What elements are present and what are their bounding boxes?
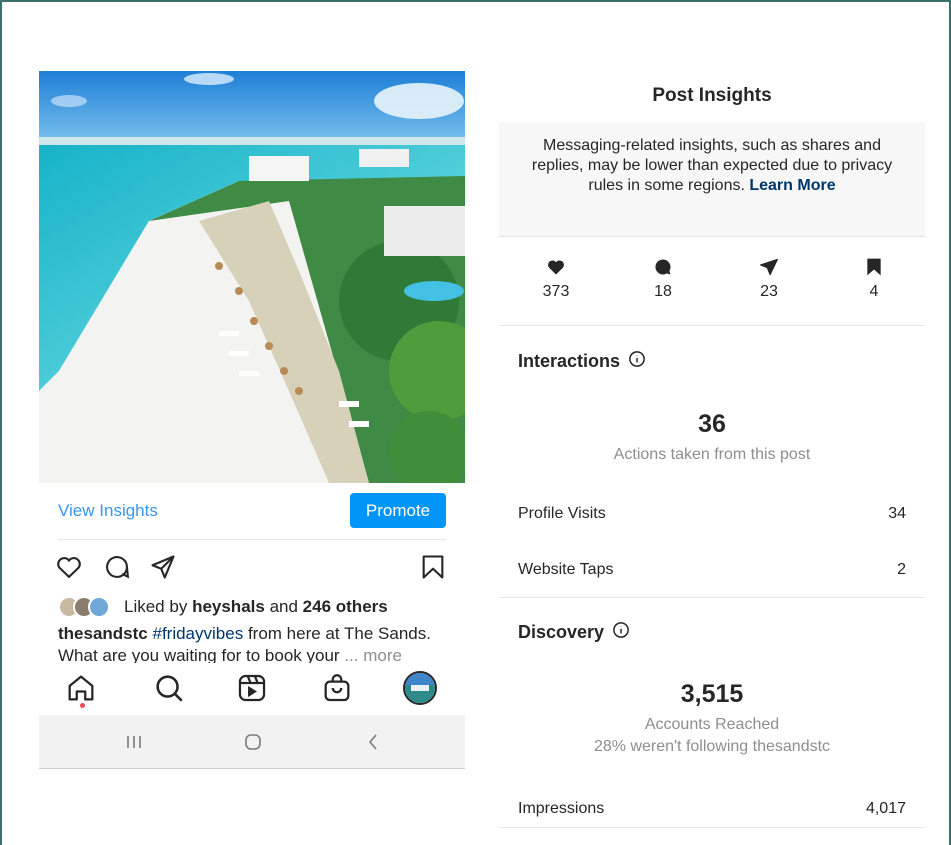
- save-bookmark-icon[interactable]: [419, 553, 447, 581]
- home-button-icon[interactable]: [241, 730, 265, 754]
- caption-more-link[interactable]: ... more: [344, 646, 402, 663]
- shop-icon[interactable]: [320, 671, 354, 705]
- page-title: Post Insights: [652, 85, 772, 106]
- caption-line2: What are you waiting for to book your: [58, 646, 340, 663]
- liked-by-prefix: Liked by: [124, 597, 188, 616]
- caption-username[interactable]: thesandstc: [58, 624, 148, 643]
- info-icon[interactable]: [612, 621, 630, 644]
- privacy-notice: Messaging-related insights, such as shar…: [499, 122, 925, 237]
- post-panel: View Insights Promote Liked by heyshals …: [39, 71, 465, 769]
- discovery-heading: Discovery: [518, 621, 630, 644]
- post-caption: thesandstc #fridayvibes from here at The…: [58, 623, 458, 663]
- stat-comments: 18: [633, 251, 693, 301]
- stat-value: 373: [542, 283, 570, 300]
- heart-icon: [548, 260, 564, 275]
- stat-likes: 373: [526, 251, 586, 301]
- stat-value: 4: [869, 283, 879, 300]
- save-icon: [867, 258, 881, 276]
- discovery-title: Discovery: [518, 622, 605, 642]
- post-action-bar: [39, 549, 465, 585]
- like-heart-icon[interactable]: [55, 553, 83, 581]
- notice-text: Messaging-related insights, such as shar…: [531, 137, 893, 194]
- avatar: [88, 596, 110, 618]
- metric-value: 34: [888, 505, 906, 522]
- interactions-title: Interactions: [518, 351, 621, 371]
- metric-label: Profile Visits: [518, 505, 606, 522]
- notification-dot: [80, 703, 85, 708]
- metric-label: Website Taps: [518, 561, 614, 578]
- metric-row: Profile Visits 34: [518, 505, 906, 527]
- metric-label: Impressions: [518, 800, 605, 817]
- comment-icon[interactable]: [103, 553, 131, 581]
- post-owner-actions: View Insights Promote: [39, 491, 465, 531]
- promote-button[interactable]: Promote: [350, 493, 446, 528]
- reels-icon[interactable]: [235, 671, 269, 705]
- liked-by-and: and: [269, 597, 298, 616]
- divider: [499, 325, 925, 326]
- bottom-tab-bar: [39, 665, 465, 711]
- divider: [499, 597, 925, 598]
- info-icon[interactable]: [628, 350, 646, 373]
- stat-value: 23: [760, 283, 778, 300]
- liked-by-user[interactable]: heyshals: [192, 597, 265, 617]
- post-photo[interactable]: [39, 71, 465, 483]
- android-nav-bar: [39, 715, 465, 769]
- divider: [58, 539, 446, 540]
- view-insights-link[interactable]: View Insights: [58, 501, 158, 521]
- stat-shares: 23: [739, 251, 799, 301]
- metric-value: 2: [897, 561, 906, 578]
- comment-icon: [655, 259, 671, 275]
- metric-row: Impressions 4,017: [518, 800, 906, 822]
- accounts-reached-caption: Accounts Reached: [644, 716, 780, 733]
- liked-by-others[interactable]: 246 others: [303, 597, 388, 617]
- divider: [499, 827, 925, 828]
- metric-row: Website Taps 2: [518, 561, 906, 583]
- interactions-heading: Interactions: [518, 350, 646, 373]
- liker-avatars: [58, 596, 118, 618]
- insights-panel: Post Insights Messaging-related insights…: [499, 71, 925, 831]
- interactions-total: 36: [698, 410, 726, 438]
- caption-text: from here at The Sands.: [247, 624, 431, 643]
- non-followers-caption: 28% weren't following thesandstc: [593, 738, 831, 755]
- recent-apps-icon[interactable]: [122, 730, 146, 754]
- stat-value: 18: [654, 283, 672, 300]
- engagement-stats: 373 18 23 4: [499, 251, 925, 311]
- accounts-reached-total: 3,515: [680, 680, 744, 708]
- interactions-caption: Actions taken from this post: [613, 446, 811, 463]
- share-icon: [760, 258, 778, 276]
- back-icon[interactable]: [361, 730, 385, 754]
- home-icon[interactable]: [64, 671, 98, 705]
- metric-value: 4,017: [865, 800, 906, 817]
- learn-more-link[interactable]: Learn More: [749, 177, 835, 194]
- caption-hashtag[interactable]: #fridayvibes: [152, 624, 243, 643]
- profile-avatar[interactable]: [403, 671, 437, 705]
- liked-by-line[interactable]: Liked by heyshals and 246 others: [58, 595, 388, 619]
- share-icon[interactable]: [149, 553, 177, 581]
- stat-saves: 4: [844, 251, 904, 301]
- search-icon[interactable]: [152, 671, 186, 705]
